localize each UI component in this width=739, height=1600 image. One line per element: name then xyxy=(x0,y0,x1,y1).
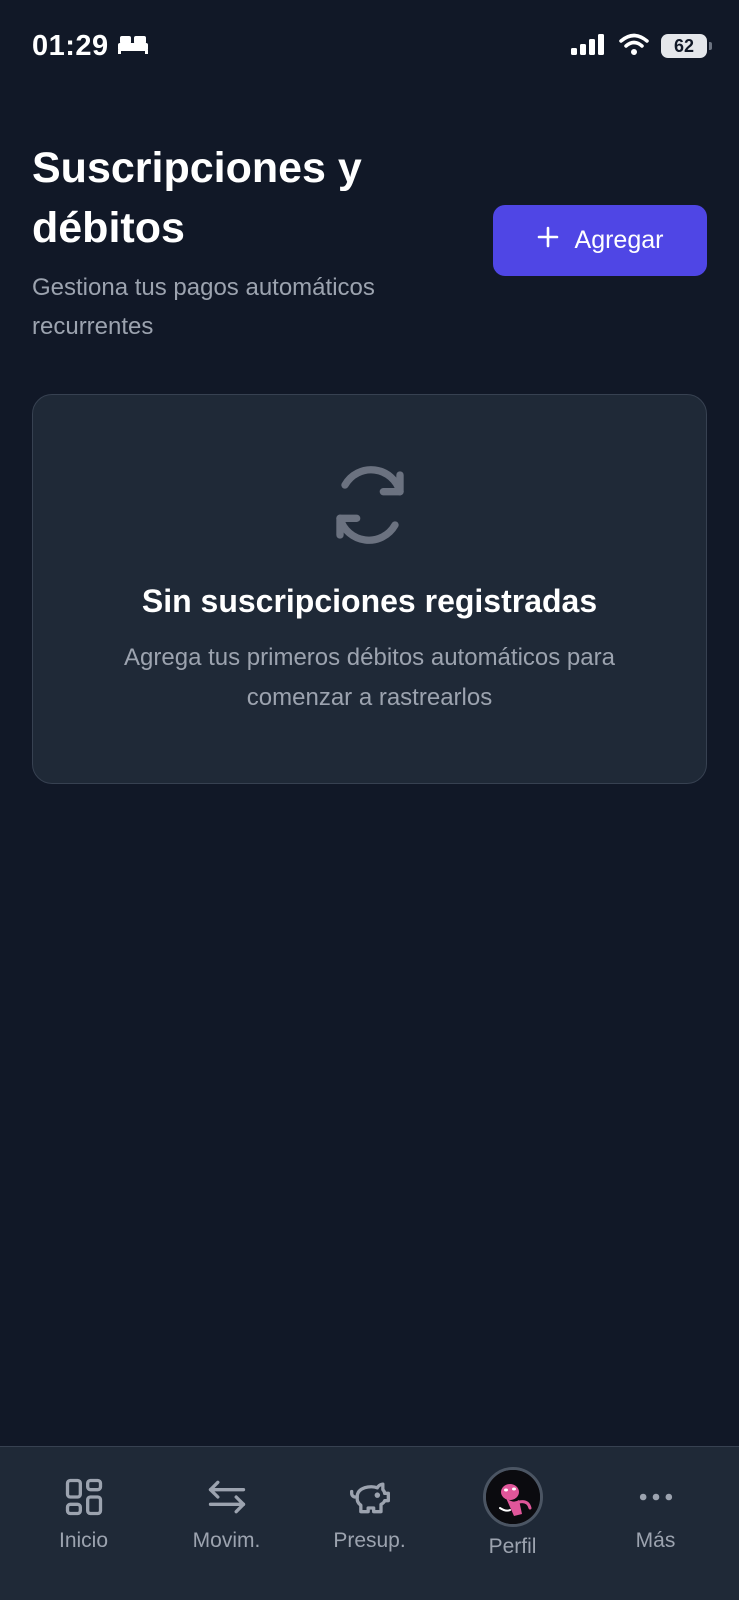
wifi-icon xyxy=(619,33,649,60)
transfer-arrows-icon xyxy=(203,1473,251,1521)
nav-label-inicio: Inicio xyxy=(58,1529,109,1552)
nav-label-perfil: Perfil xyxy=(488,1535,537,1558)
nav-label-movimientos: Movim. xyxy=(192,1529,261,1552)
empty-state-title: Sin suscripciones registradas xyxy=(141,583,598,619)
status-time: 01:29 xyxy=(32,29,109,62)
page-title: Suscripciones y débitos xyxy=(32,144,362,252)
bed-icon xyxy=(117,33,149,60)
screen: 01:29 62 Suscripciones y débitos Gestion… xyxy=(0,0,739,1600)
status-bar: 01:29 62 xyxy=(0,0,739,92)
bottom-nav: Inicio Movim. Presup. Perfil Más xyxy=(0,1446,739,1600)
nav-item-movimientos[interactable]: Movim. xyxy=(162,1473,292,1553)
add-subscription-button[interactable]: Agregar xyxy=(493,205,707,276)
piggy-bank-icon xyxy=(346,1473,394,1521)
more-dots-icon xyxy=(632,1473,680,1521)
refresh-icon xyxy=(330,465,410,545)
avatar xyxy=(482,1467,543,1527)
nav-item-perfil[interactable]: Perfil xyxy=(448,1467,578,1559)
add-button-label: Agregar xyxy=(574,226,664,254)
grid-icon xyxy=(60,1473,108,1521)
nav-item-mas[interactable]: Más xyxy=(591,1473,721,1553)
battery-icon: 62 xyxy=(661,34,712,58)
nav-item-inicio[interactable]: Inicio xyxy=(19,1473,149,1553)
page-subtitle: Gestiona tus pagos automáticos recurrent… xyxy=(32,274,375,340)
plus-icon xyxy=(537,226,559,255)
nav-label-mas: Más xyxy=(635,1529,676,1552)
empty-state-card: Sin suscripciones registradas Agrega tus… xyxy=(32,394,707,784)
nav-label-presupuesto: Presup. xyxy=(333,1529,406,1552)
nav-item-presupuesto[interactable]: Presup. xyxy=(305,1473,435,1553)
empty-state-description: Agrega tus primeros débitos automáticos … xyxy=(124,644,615,711)
signal-icon xyxy=(571,33,607,60)
status-left: 01:29 xyxy=(32,30,149,63)
status-right: 62 xyxy=(571,33,712,60)
